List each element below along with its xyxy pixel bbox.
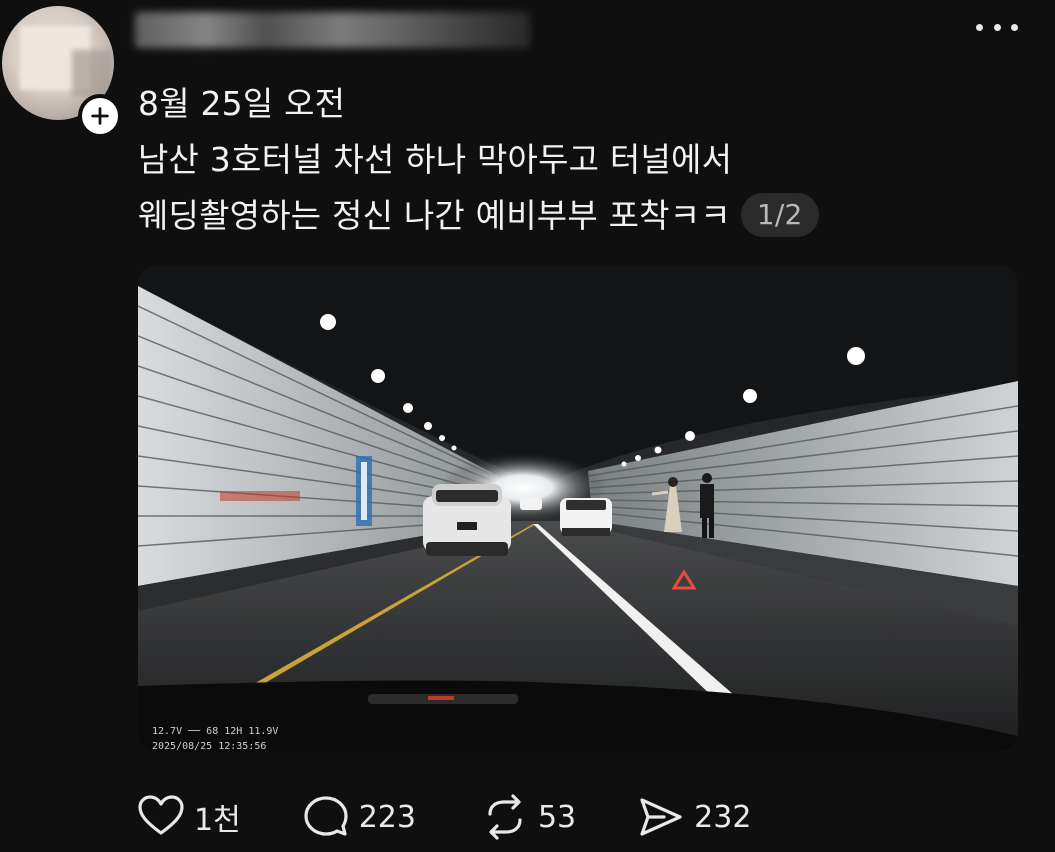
- plus-icon: [91, 107, 109, 125]
- post-line-1: 8월 25일 오전: [138, 84, 346, 123]
- dashcam-tunnel-image: 12.7V ── 68 12H 11.9V 2025/08/25 12:35:5…: [138, 266, 1018, 752]
- repost-count: 53: [537, 799, 577, 835]
- follow-button[interactable]: [78, 94, 122, 138]
- post-actions-bar: 1천 223 53 232: [136, 790, 751, 844]
- heart-icon: [138, 795, 184, 835]
- more-options-icon[interactable]: [976, 14, 1018, 40]
- share-count: 232: [694, 799, 752, 835]
- like-button[interactable]: 1천: [136, 792, 241, 842]
- dashcam-overlay-line2: 2025/08/25 12:35:56: [152, 741, 266, 752]
- post-body: 8월 25일 오전 남산 3호터널 차선 하나 막아두고 터널에서 웨딩촬영하는…: [138, 76, 998, 244]
- post-line-3: 웨딩촬영하는 정신 나간 예비부부 포착ㅋㅋ 1/2: [138, 188, 998, 244]
- reply-button[interactable]: 223: [301, 792, 416, 842]
- reply-count: 223: [358, 799, 416, 835]
- post-line-2: 남산 3호터널 차선 하나 막아두고 터널에서: [138, 140, 733, 179]
- username-redacted[interactable]: [135, 12, 530, 48]
- repost-icon: [488, 794, 522, 840]
- page-indicator-badge: 1/2: [740, 192, 819, 237]
- repost-button[interactable]: 53: [480, 792, 576, 842]
- dashcam-overlay-line1: 12.7V ── 68 12H 11.9V: [152, 726, 278, 737]
- like-count: 1천: [194, 803, 241, 838]
- author-avatar-group[interactable]: [0, 6, 122, 138]
- post-line-3-text: 웨딩촬영하는 정신 나간 예비부부 포착ㅋㅋ: [138, 196, 731, 235]
- post-media-image[interactable]: 12.7V ── 68 12H 11.9V 2025/08/25 12:35:5…: [138, 266, 1018, 752]
- comment-icon: [304, 796, 348, 836]
- send-icon: [640, 798, 682, 836]
- share-button[interactable]: 232: [636, 792, 751, 842]
